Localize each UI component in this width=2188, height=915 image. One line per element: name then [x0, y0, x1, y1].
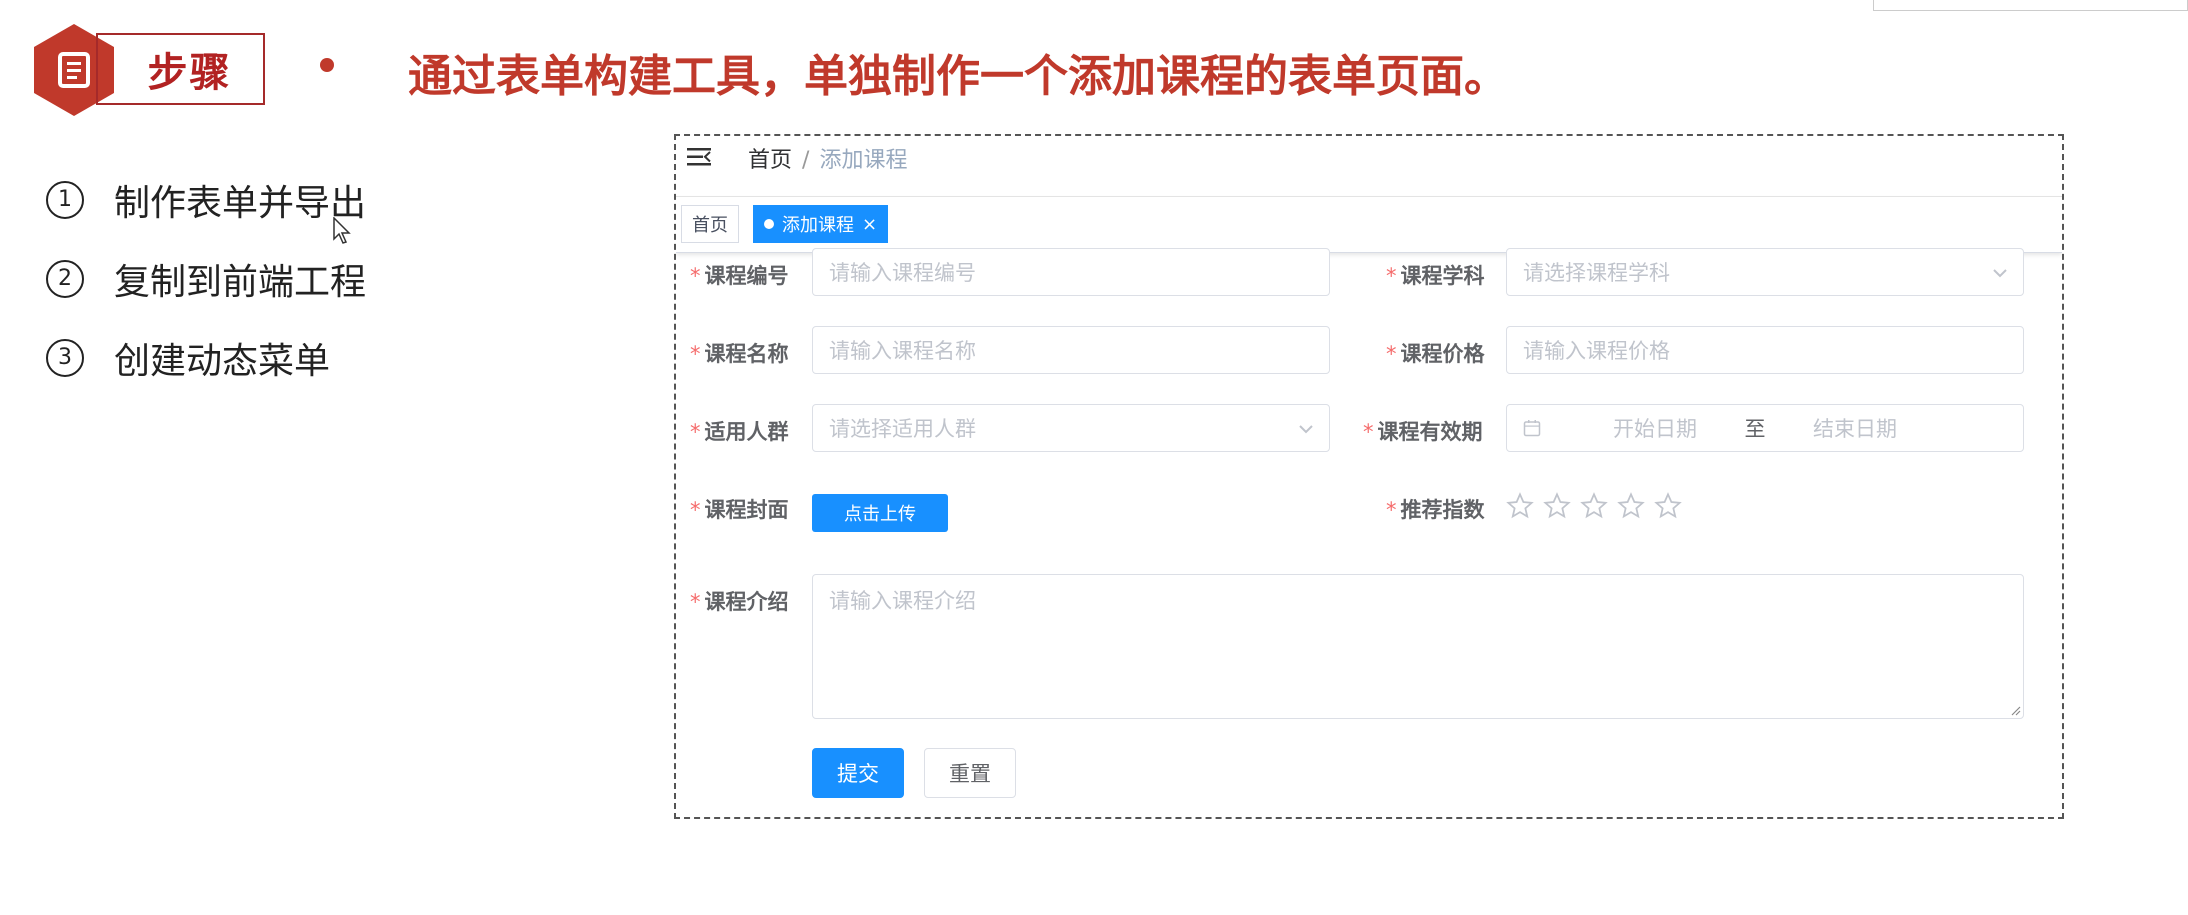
course-no-input[interactable]: 请输入课程编号	[812, 248, 1330, 296]
step-number: 1	[46, 180, 84, 219]
chevron-down-icon	[1299, 425, 1313, 434]
mouse-cursor-icon	[333, 217, 351, 244]
resize-handle-icon[interactable]	[2009, 704, 2021, 716]
intro-textarea[interactable]: 请输入课程介绍	[812, 574, 2024, 719]
placeholder: 请输入课程介绍	[829, 589, 976, 613]
calendar-icon	[1523, 419, 1541, 437]
placeholder: 请输入课程名称	[829, 339, 976, 363]
range-separator: 至	[1744, 417, 1766, 441]
chevron-down-icon	[1993, 269, 2007, 278]
star-icon[interactable]	[1654, 492, 1682, 520]
app-screenshot: 首页 / 添加课程 首页 添加课程 × * 课程编号 请输入课程编号 * 课程学科 请选…	[674, 134, 2064, 819]
cover-label: * 课程封面	[690, 498, 789, 522]
tag-label: 添加课程	[782, 215, 854, 236]
title-bullet	[320, 58, 334, 72]
star-icon[interactable]	[1580, 492, 1608, 520]
intro-label: * 课程介绍	[690, 590, 789, 614]
course-price-input[interactable]: 请输入课程价格	[1506, 326, 2024, 374]
step-text: 创建动态菜单	[114, 340, 331, 382]
hamburger-icon[interactable]	[686, 146, 712, 168]
document-icon	[58, 52, 90, 88]
course-name-input[interactable]: 请输入课程名称	[812, 326, 1330, 374]
slide-title: 通过表单构建工具，单独制作一个添加课程的表单页面。	[408, 51, 1508, 102]
navbar: 首页 / 添加课程	[676, 136, 2062, 197]
rating-stars[interactable]	[1506, 492, 1682, 520]
list-item: 3 创建动态菜单	[46, 318, 366, 397]
upload-label: 点击上传	[844, 504, 916, 525]
placeholder: 请输入课程价格	[1523, 339, 1670, 363]
step-number: 3	[46, 338, 84, 377]
course-price-label: * 课程价格	[1386, 342, 1485, 366]
step-number: 2	[46, 259, 84, 298]
course-subject-label: * 课程学科	[1386, 264, 1485, 288]
audience-label: * 适用人群	[690, 420, 789, 444]
active-dot-icon	[764, 219, 774, 229]
tag-add-course[interactable]: 添加课程 ×	[753, 205, 889, 243]
breadcrumb-current: 添加课程	[819, 148, 908, 173]
placeholder: 请选择课程学科	[1523, 261, 1670, 285]
audience-select[interactable]: 请选择适用人群	[812, 404, 1330, 452]
rating-label: * 推荐指数	[1386, 498, 1485, 522]
close-icon[interactable]: ×	[862, 214, 877, 235]
placeholder: 请输入课程编号	[829, 261, 976, 285]
star-icon[interactable]	[1543, 492, 1571, 520]
step-label: 步骤	[96, 33, 265, 105]
star-icon[interactable]	[1617, 492, 1645, 520]
validity-label: * 课程有效期	[1363, 420, 1483, 444]
start-date-input[interactable]: 开始日期	[1575, 413, 1735, 443]
submit-button[interactable]: 提交	[812, 748, 904, 798]
step-list: 1 制作表单并导出 2 复制到前端工程 3 创建动态菜单	[46, 160, 366, 397]
breadcrumb-separator: /	[802, 148, 810, 173]
end-date-input[interactable]: 结束日期	[1775, 413, 1935, 443]
placeholder: 请选择适用人群	[829, 417, 976, 441]
course-name-label: * 课程名称	[690, 342, 789, 366]
list-item: 1 制作表单并导出	[46, 160, 366, 239]
validity-date-range[interactable]: 开始日期 至 结束日期	[1506, 404, 2024, 452]
tags-view: 首页 添加课程 ×	[676, 197, 2062, 253]
reset-button[interactable]: 重置	[924, 748, 1016, 798]
tag-label: 首页	[692, 215, 728, 236]
tag-home[interactable]: 首页	[681, 205, 739, 243]
course-subject-select[interactable]: 请选择课程学科	[1506, 248, 2024, 296]
window-edge	[1873, 0, 2188, 11]
upload-button[interactable]: 点击上传	[812, 494, 948, 532]
star-icon[interactable]	[1506, 492, 1534, 520]
breadcrumb: 首页 / 添加课程	[748, 142, 907, 174]
course-no-label: * 课程编号	[690, 264, 789, 288]
step-text: 制作表单并导出	[114, 182, 367, 224]
breadcrumb-home[interactable]: 首页	[748, 148, 792, 173]
step-text: 复制到前端工程	[114, 261, 367, 303]
list-item: 2 复制到前端工程	[46, 239, 366, 318]
